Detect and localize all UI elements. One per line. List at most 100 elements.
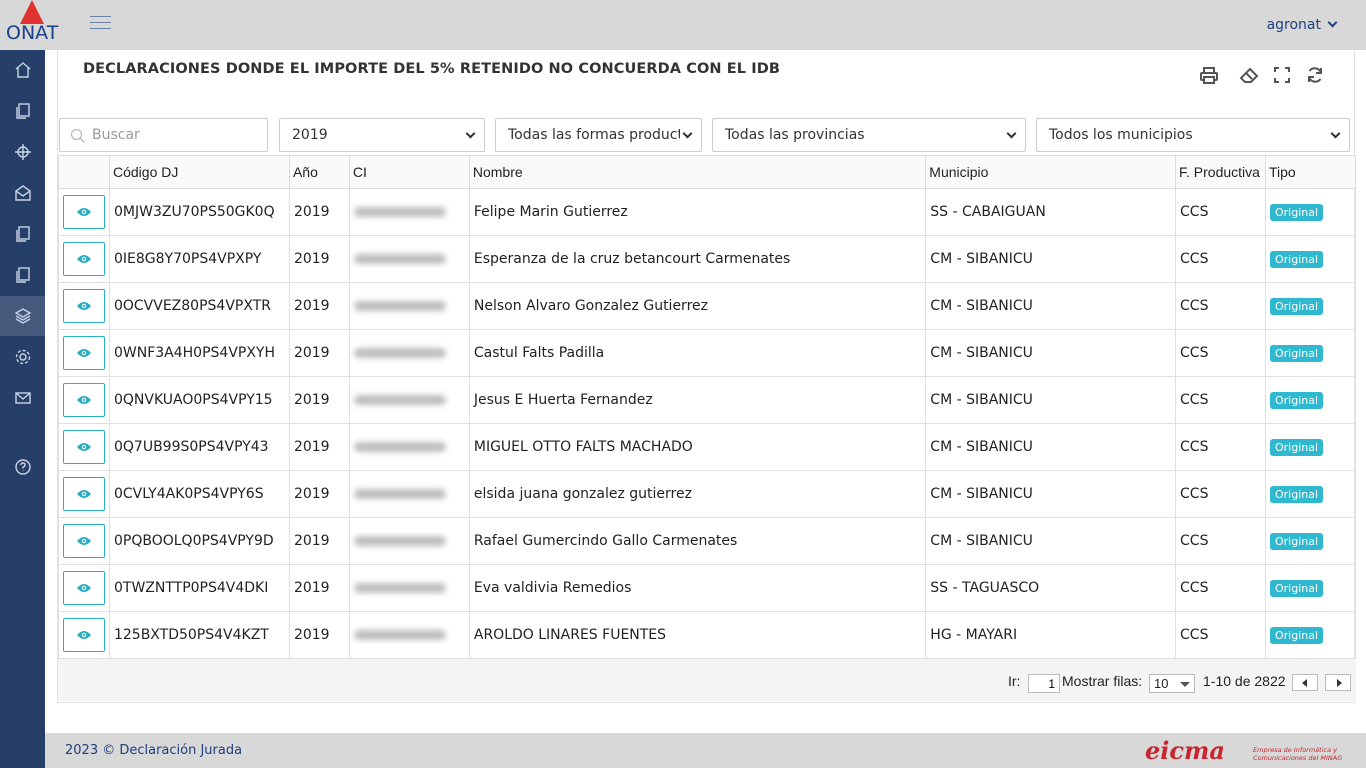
codigo-cell: 0MJW3ZU70PS50GK0Q [108,188,290,236]
refresh-button[interactable] [1304,64,1326,86]
chevron-down-icon [1006,128,1017,139]
caret-down-icon [1180,682,1190,687]
ci-cell [348,423,470,471]
print-button[interactable] [1198,64,1220,86]
forma-productiva-select[interactable]: Todas las formas producti [495,118,702,152]
search-input[interactable] [92,125,262,145]
ci-cell [348,470,470,518]
sidebar-item-documents-3[interactable] [0,255,45,295]
column-header-ci[interactable]: CI [348,155,470,189]
tipo-badge: Original [1270,250,1324,268]
filter-bar: 2019 Todas las formas producti Todas las… [58,118,1356,152]
sidebar-item-mail-open[interactable] [0,173,45,213]
sidebar [0,50,45,768]
sidebar-item-layers[interactable] [0,296,45,336]
envelope-icon [14,392,31,404]
codigo-cell: 0TWZNTTP0PS4V4DKI [108,564,290,612]
tipo-cell: Original [1265,188,1356,236]
year-select[interactable]: 2019 [279,118,485,152]
documents-icon [15,226,30,242]
nombre-cell: Castul Falts Padilla [468,329,927,377]
codigo-cell: 0OCVVEZ80PS4VPXTR [108,282,290,330]
chevron-down-icon [1330,128,1341,139]
row-actions-cell [58,423,110,471]
redacted-ci [353,206,446,217]
forma-productiva-cell: CCS [1175,329,1266,377]
home-icon [15,62,30,78]
sidebar-item-messages[interactable] [0,378,45,418]
row-actions-cell [58,282,110,330]
sidebar-item-help[interactable] [0,447,45,487]
codigo-cell: 0CVLY4AK0PS4VPY6S [108,470,290,518]
municipio-cell: CM - SIBANICU [925,282,1177,330]
nombre-cell: elsida juana gonzalez gutierrez [468,470,927,518]
view-button[interactable] [63,336,105,370]
forma-productiva-cell: CCS [1175,517,1266,565]
view-button[interactable] [63,430,105,464]
sidebar-item-home[interactable] [0,50,45,90]
sidebar-item-settings[interactable] [0,337,45,377]
footer-copyright: 2023 © Declaración Jurada [65,743,243,758]
redacted-ci [353,582,446,593]
table-row: 0IE8G8Y70PS4VPXPY 2019 Esperanza de la cru… [58,235,1356,283]
view-button[interactable] [63,242,105,276]
onat-logo[interactable]: ONAT [0,0,64,50]
view-button[interactable] [63,571,105,605]
municipio-select[interactable]: Todos los municipios [1036,118,1350,152]
sidebar-item-documents-1[interactable] [0,91,45,131]
previous-page-button[interactable] [1292,674,1318,691]
view-button[interactable] [63,524,105,558]
view-button[interactable] [63,289,105,323]
municipio-cell: CM - SIBANICU [925,423,1177,471]
view-button[interactable] [63,477,105,511]
eye-icon [77,443,91,451]
chevron-down-icon [465,128,476,139]
eye-icon [77,255,91,263]
column-header-codigo[interactable]: Código DJ [108,155,290,189]
logo-text: ONAT [6,22,59,44]
page-number-input[interactable] [1028,674,1060,693]
row-actions-cell [58,517,110,565]
municipio-select-value: Todos los municipios [1049,127,1193,143]
eye-icon [77,302,91,310]
forma-productiva-cell: CCS [1175,423,1266,471]
eicma-logo-subtitle: Empresa de Informática y Comunicaciones … [1253,746,1343,762]
tipo-cell: Original [1265,423,1356,471]
go-to-page-label: Ir: [1008,673,1021,689]
eye-icon [77,631,91,639]
column-header-nombre[interactable]: Nombre [468,155,927,189]
hamburger-menu-icon[interactable] [90,16,111,32]
sidebar-item-documents-2[interactable] [0,214,45,254]
tipo-badge: Original [1270,485,1324,503]
nombre-cell: MIGUEL OTTO FALTS MACHADO [468,423,927,471]
column-header-forma-productiva[interactable]: F. Productiva [1175,155,1266,189]
crosshair-icon [14,144,31,160]
anio-cell: 2019 [288,423,350,471]
user-menu[interactable]: agronat [1267,17,1338,33]
footer: 2023 © Declaración Jurada eicma Empresa … [45,733,1366,768]
sidebar-item-crosshair[interactable] [0,132,45,172]
top-bar: ONAT agronat [0,0,1366,50]
chevron-down-icon [1327,17,1338,28]
search-box[interactable] [59,118,268,152]
view-button[interactable] [63,618,105,652]
tipo-cell: Original [1265,235,1356,283]
next-page-button[interactable] [1325,674,1351,691]
fullscreen-button[interactable] [1271,64,1293,86]
main-panel: DECLARACIONES DONDE EL IMPORTE DEL 5% RE… [57,50,1356,703]
row-actions-cell [58,611,110,659]
view-button[interactable] [63,195,105,229]
tipo-cell: Original [1265,470,1356,518]
column-header-municipio[interactable]: Municipio [925,155,1177,189]
view-button[interactable] [63,383,105,417]
fullscreen-icon [1274,67,1290,83]
provincia-select[interactable]: Todas las provincias [712,118,1026,152]
tipo-badge: Original [1270,203,1324,221]
column-header-tipo[interactable]: Tipo [1265,155,1356,189]
clear-filters-button[interactable] [1238,64,1260,86]
rows-per-page-select[interactable]: 10 [1149,674,1195,693]
municipio-cell: SS - TAGUASCO [925,564,1177,612]
mail-open-icon [14,185,31,201]
tipo-cell: Original [1265,611,1356,659]
column-header-anio[interactable]: Año [288,155,350,189]
